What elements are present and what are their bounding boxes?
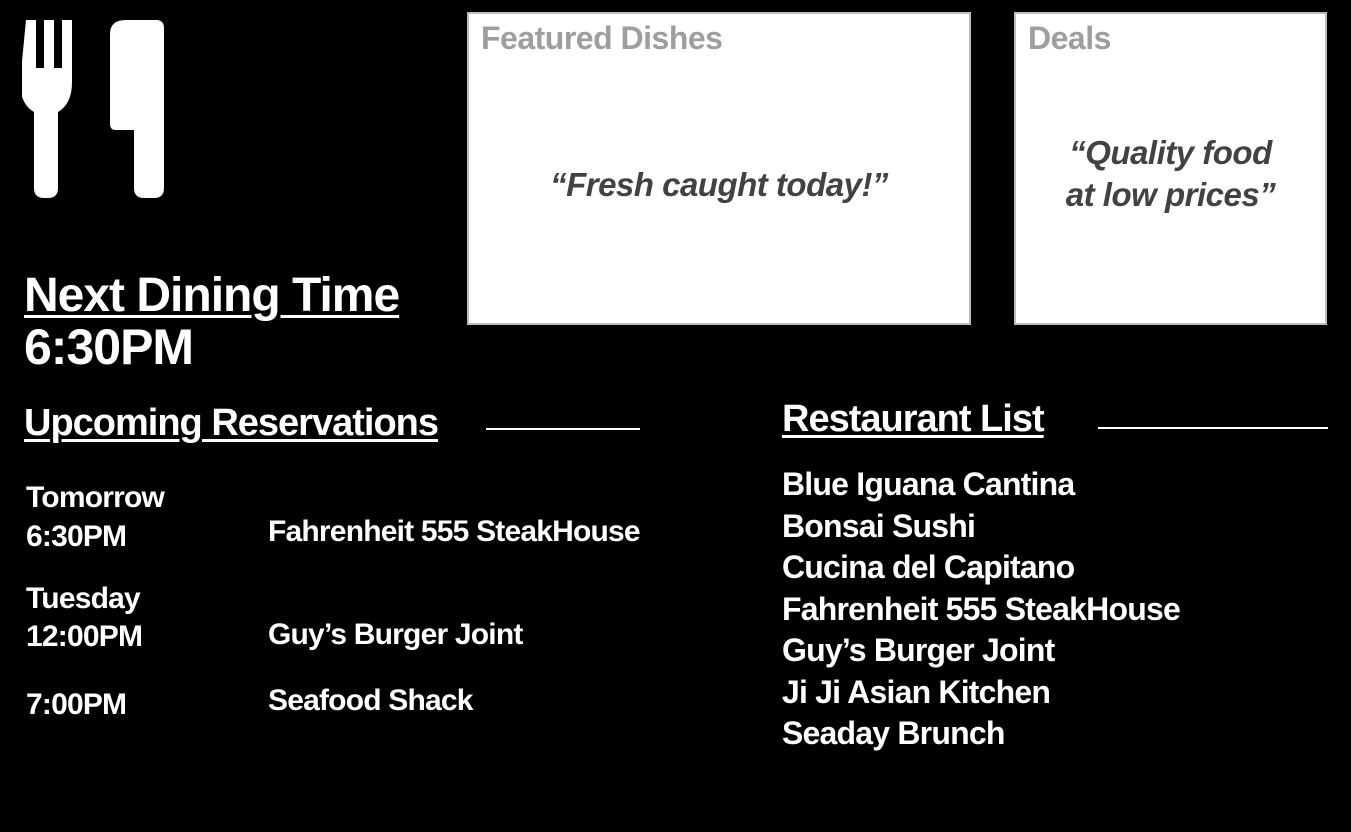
deals-title: Deals [1028, 20, 1111, 56]
next-dining-title: Next Dining Time [24, 269, 400, 322]
fork-knife-icon [22, 20, 164, 198]
restaurant-list-item[interactable]: Fahrenheit 555 SteakHouse [782, 589, 1181, 631]
restaurant-list-item[interactable]: Ji Ji Asian Kitchen [782, 672, 1180, 714]
featured-dishes-title: Featured Dishes [481, 20, 723, 56]
restaurant-list-item[interactable]: Seaday Brunch [782, 713, 1180, 755]
reservations-title: Upcoming Reservations [24, 402, 439, 444]
restaurant-list-item[interactable]: Cucina del Capitano [782, 547, 1180, 589]
next-dining-time: 6:30PM [24, 319, 194, 375]
dining-dashboard: Featured Dishes “Fresh caught today!” De… [0, 0, 1351, 832]
deals-quote: “Quality food at low prices” [1065, 134, 1276, 213]
featured-dishes-quote: “Fresh caught today!” [550, 166, 888, 203]
restaurant-list-item[interactable]: Bonsai Sushi [782, 506, 1180, 548]
restaurant-list: Blue Iguana Cantina Bonsai Sushi Cucina … [782, 464, 1181, 755]
reservations-divider [486, 428, 640, 430]
reservation-restaurant[interactable]: Fahrenheit 555 SteakHouse [268, 515, 641, 549]
reservation-time: 7:00PM [26, 688, 127, 721]
reservation-day: Tomorrow [26, 481, 165, 514]
reservation-restaurant[interactable]: Seafood Shack [268, 684, 473, 718]
reservation-time: 6:30PM [26, 520, 127, 553]
restaurant-list-divider [1098, 427, 1328, 429]
reservation-day: Tuesday [26, 582, 141, 615]
deals-card[interactable]: Deals “Quality food at low prices” [1014, 12, 1327, 325]
featured-dishes-card[interactable]: Featured Dishes “Fresh caught today!” [467, 12, 971, 325]
reservation-time: 12:00PM [26, 620, 143, 653]
reservation-restaurant[interactable]: Guy’s Burger Joint [268, 618, 523, 652]
restaurant-list-item[interactable]: Guy’s Burger Joint [782, 630, 1180, 672]
restaurant-list-title: Restaurant List [782, 398, 1045, 440]
restaurant-list-item[interactable]: Blue Iguana Cantina [782, 464, 1180, 506]
